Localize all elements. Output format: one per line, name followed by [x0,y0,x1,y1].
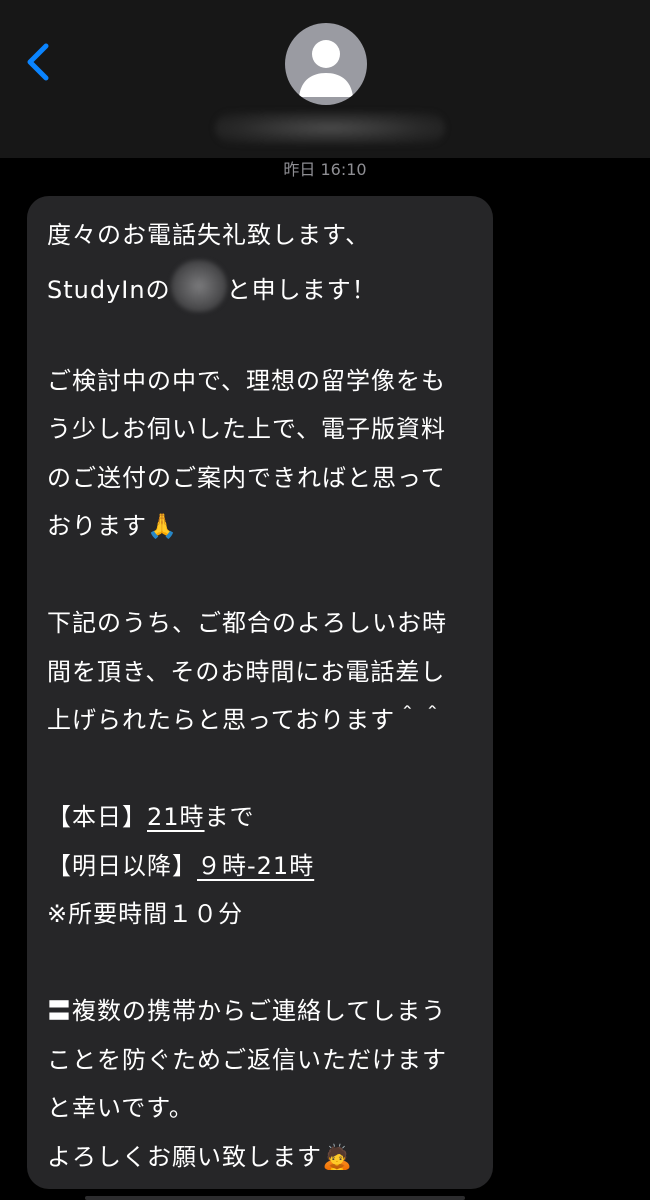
today-time-link[interactable]: 21時 [147,803,205,831]
bowing-person-icon: 🙇 [322,1142,353,1171]
later-label: 【明日以降】 [47,851,197,880]
message-line: 〓複数の携帯からご連絡してしまう [47,997,447,1025]
message-line: 間を頂き、そのお時間にお電話差し [47,657,446,686]
today-suffix: まで [204,803,255,831]
message-line: StudyInの と申します！ [47,259,487,312]
today-label: 【本日】 [47,803,147,831]
conversation-header [0,0,650,158]
message-line: ※所要時間１０分 [47,900,244,928]
message-text-segment: StudyInの [47,275,171,304]
contact-avatar[interactable] [285,23,367,105]
message-line: 上げられたらと思っております＾＾ [47,706,446,734]
message-line: よろしくお願い致します🙇 [47,1133,487,1182]
redacted-name [170,259,227,312]
message-line: う少しお伺いした上で、電子版資料 [47,415,447,443]
contact-name-redacted[interactable] [215,112,445,144]
back-button[interactable] [22,40,58,84]
next-bubble-edge [85,1196,465,1200]
message-text-segment: と申します！ [226,275,377,304]
message-line: 【本日】21時まで [47,793,487,842]
message-line: ご検討中の中で、理想の留学像をも [47,366,447,395]
message-line: 【明日以降】９時-21時 [47,842,487,891]
message-line: おります🙏 [47,512,178,540]
message-text: 度々のお電話失礼致します、 StudyInの と申します！ ご検討中の中で、理想の… [47,211,487,1181]
message-line: 下記のうち、ご都合のよろしいお時 [47,609,447,637]
message-line: 度々のお電話失礼致します、 [47,221,371,249]
later-time-link[interactable]: ９時-21時 [197,852,314,880]
chevron-left-icon [27,43,49,81]
message-line: のご送付のご案内できればと思って [47,463,446,492]
message-line: ことを防ぐためご返信いただけます [47,1045,447,1074]
person-icon [299,40,353,97]
message-text-segment: よろしくお願い致します [47,1142,322,1171]
message-timestamp: 昨日 16:10 [283,160,367,179]
message-line: と幸いです。 [47,1094,194,1122]
